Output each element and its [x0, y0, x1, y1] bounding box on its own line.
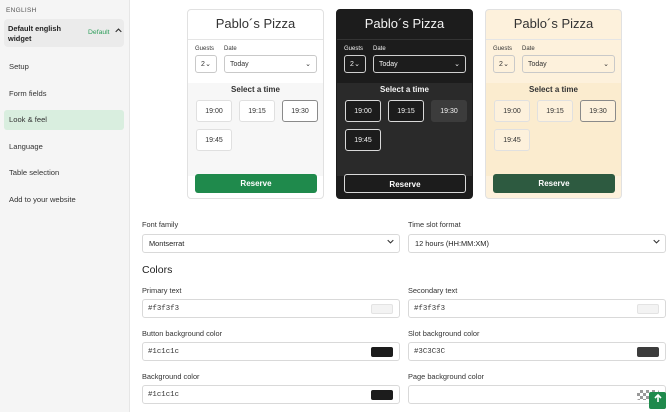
chevron-down-icon: ⌄	[205, 61, 211, 68]
sidebar-item-language[interactable]: Language	[4, 137, 124, 157]
date-label: Date	[224, 46, 237, 52]
reserve-button[interactable]: Reserve	[493, 174, 615, 193]
color-swatch[interactable]	[371, 390, 393, 400]
time-slot[interactable]: 19:45	[494, 129, 530, 151]
time-slot[interactable]: 19:00	[345, 100, 381, 122]
chevron-down-icon: ⌄	[454, 61, 460, 68]
color-swatch[interactable]	[637, 347, 659, 357]
slot-background-color-label: Slot background color	[408, 329, 480, 338]
date-select[interactable]: Today ⌄	[224, 55, 317, 73]
restaurant-title: Pablo´s Pizza	[215, 16, 296, 31]
font-family-value: Montserrat	[149, 239, 185, 248]
reserve-button[interactable]: Reserve	[344, 174, 466, 193]
widget-selector[interactable]: Default english widget Default	[4, 19, 124, 47]
chevron-down-icon: ⌄	[305, 61, 311, 68]
chevron-up-icon[interactable]	[115, 27, 122, 36]
sidebar-item-look-and-feel[interactable]: Look & feel	[4, 110, 124, 130]
font-family-label: Font family	[142, 220, 179, 229]
date-label: Date	[373, 46, 386, 52]
reserve-button[interactable]: Reserve	[195, 174, 317, 193]
time-slot[interactable]: 19:30	[282, 100, 318, 122]
time-slot[interactable]: 19:00	[494, 100, 530, 122]
time-format-value: 12 hours (HH:MM:XM)	[415, 239, 489, 248]
select-time-heading: Select a time	[380, 85, 429, 94]
time-format-select[interactable]: 12 hours (HH:MM:XM)	[408, 234, 666, 253]
guests-select[interactable]: 2 ⌄	[344, 55, 366, 73]
button-background-color-label: Button background color	[142, 329, 223, 338]
divider	[188, 39, 323, 40]
time-slot[interactable]: 19:45	[196, 129, 232, 151]
secondary-text-value: #f3f3f3	[414, 305, 446, 313]
date-select[interactable]: Today ⌄	[373, 55, 466, 73]
date-label: Date	[522, 46, 535, 52]
guests-label: Guests	[344, 46, 364, 52]
restaurant-title: Pablo´s Pizza	[364, 16, 445, 31]
background-color-label: Background color	[142, 372, 200, 381]
preview-card-light: Pablo´s Pizza Guests Date 2 ⌄ Today ⌄ Select a …	[187, 9, 324, 199]
chevron-down-icon	[387, 235, 394, 253]
widget-name: Default english widget	[8, 24, 61, 43]
primary-text-input[interactable]: #f3f3f3	[142, 299, 400, 318]
chevron-down-icon: ⌄	[503, 61, 509, 68]
sidebar-item-form-fields[interactable]: Form fields	[4, 84, 124, 104]
colors-heading: Colors	[142, 264, 173, 276]
date-value: Today	[528, 61, 547, 68]
default-badge: Default	[88, 29, 110, 36]
select-time-heading: Select a time	[529, 85, 578, 94]
color-swatch[interactable]	[637, 304, 659, 314]
date-value: Today	[230, 61, 249, 68]
page-background-color-label: Page background color	[408, 372, 485, 381]
time-slot[interactable]: 19:15	[239, 100, 275, 122]
color-swatch[interactable]	[371, 304, 393, 314]
sidebar-item-table-selection[interactable]: Table selection	[4, 163, 124, 183]
guests-select[interactable]: 2 ⌄	[195, 55, 217, 73]
secondary-text-label: Secondary text	[408, 286, 458, 295]
slot-background-color-input[interactable]: #3C3C3C	[408, 342, 666, 361]
button-background-color-input[interactable]: #1c1c1c	[142, 342, 400, 361]
time-slot[interactable]: 19:15	[388, 100, 424, 122]
slot-background-color-value: #3C3C3C	[414, 348, 446, 356]
chevron-down-icon: ⌄	[603, 61, 609, 68]
chevron-down-icon	[653, 235, 660, 253]
divider	[486, 39, 621, 40]
time-slot[interactable]: 19:15	[537, 100, 573, 122]
chevron-down-icon: ⌄	[354, 61, 360, 68]
page-background-color-input[interactable]	[408, 385, 666, 404]
restaurant-title: Pablo´s Pizza	[513, 16, 594, 31]
secondary-text-input[interactable]: #f3f3f3	[408, 299, 666, 318]
background-color-input[interactable]: #1c1c1c	[142, 385, 400, 404]
time-slot[interactable]: 19:30	[431, 100, 467, 122]
button-background-color-value: #1c1c1c	[148, 348, 180, 356]
language-heading: ENGLISH	[6, 7, 37, 14]
preview-card-dark: Pablo´s Pizza Guests Date 2 ⌄ Today ⌄ Select a …	[336, 9, 473, 199]
arrow-up-icon[interactable]	[649, 392, 666, 409]
primary-text-label: Primary text	[142, 286, 182, 295]
guests-label: Guests	[195, 46, 215, 52]
guests-label: Guests	[493, 46, 513, 52]
time-slot[interactable]: 19:45	[345, 129, 381, 151]
date-value: Today	[379, 61, 398, 68]
divider	[337, 39, 472, 40]
font-family-select[interactable]: Montserrat	[142, 234, 400, 253]
color-swatch[interactable]	[371, 347, 393, 357]
sidebar-item-add-to-website[interactable]: Add to your website	[4, 190, 124, 210]
sidebar-item-setup[interactable]: Setup	[4, 57, 124, 77]
select-time-heading: Select a time	[231, 85, 280, 94]
preview-card-cream: Pablo´s Pizza Guests Date 2 ⌄ Today ⌄ Select a …	[485, 9, 622, 199]
guests-select[interactable]: 2 ⌄	[493, 55, 515, 73]
time-slot[interactable]: 19:00	[196, 100, 232, 122]
primary-text-value: #f3f3f3	[148, 305, 180, 313]
sidebar: ENGLISH Default english widget Default S…	[0, 0, 130, 412]
time-slot[interactable]: 19:30	[580, 100, 616, 122]
time-format-label: Time slot format	[408, 220, 461, 229]
date-select[interactable]: Today ⌄	[522, 55, 615, 73]
background-color-value: #1c1c1c	[148, 391, 180, 399]
